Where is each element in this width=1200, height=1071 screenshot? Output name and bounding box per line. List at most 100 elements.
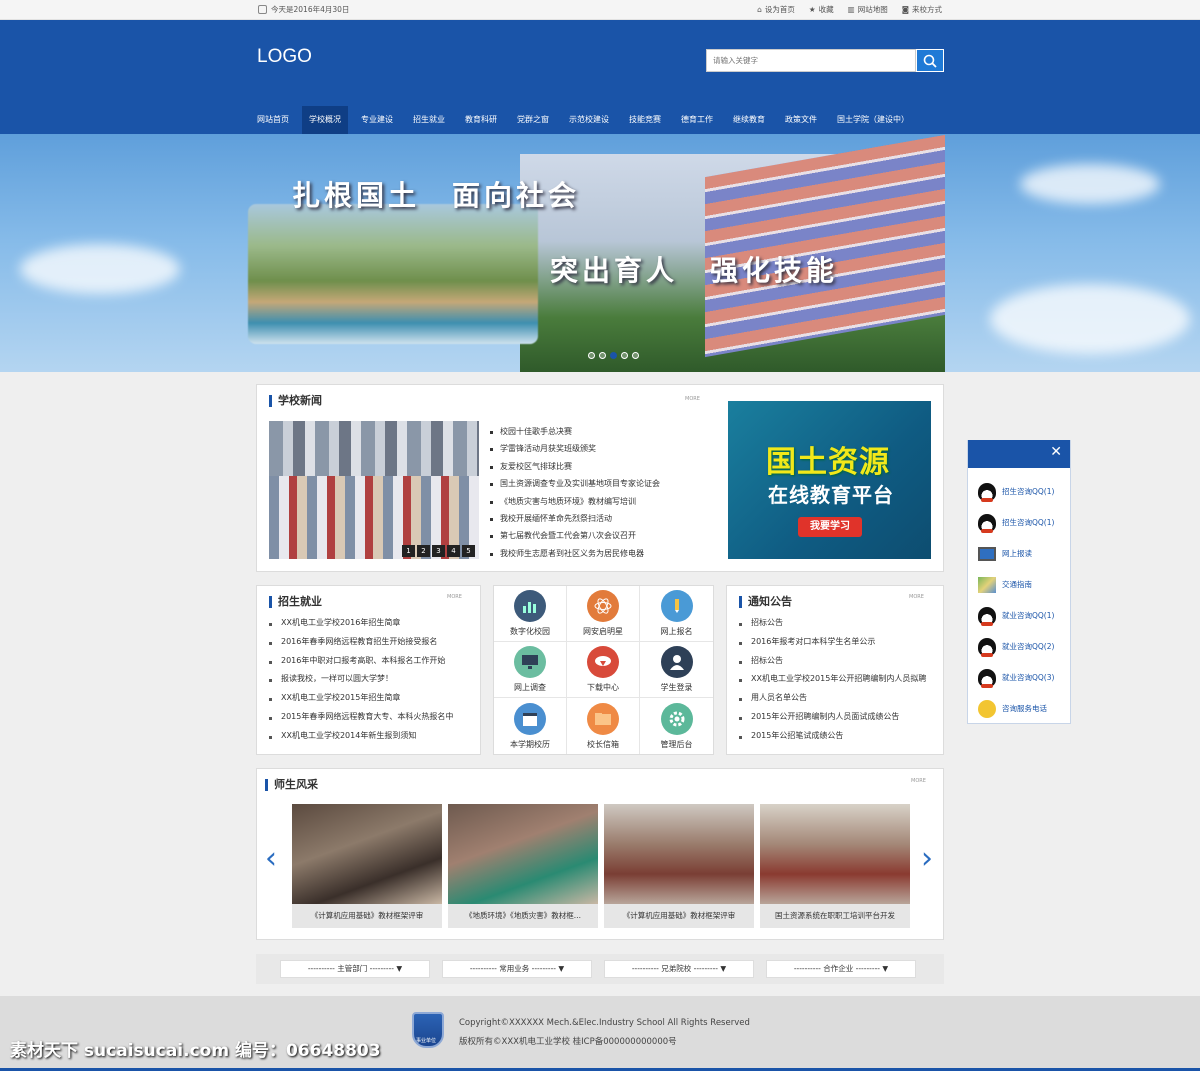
page-button[interactable]: 5 [462, 545, 475, 557]
nav-policy[interactable]: 政策文件 [778, 106, 824, 134]
nav-home[interactable]: 网站首页 [250, 106, 296, 134]
directions-link[interactable]: ◙ 来校方式 [902, 4, 942, 15]
side-item-qq-admission-1b[interactable]: 招生咨询QQ(1) [968, 507, 1070, 538]
service-admin-backend[interactable]: 管理后台 [640, 698, 713, 754]
nav-land-college[interactable]: 国土学院（建设中） [830, 106, 916, 134]
list-item[interactable]: 《地质灾害与地质环境》教材编写培训 [490, 493, 710, 510]
business-links-select[interactable]: ---------- 常用业务 --------- ▼ [442, 960, 592, 978]
public-institution-badge[interactable]: 事业单位 [412, 1012, 444, 1048]
list-item[interactable]: XX机电工业学校2015年招生简章 [269, 689, 482, 708]
partners-links-select[interactable]: ---------- 合作企业 --------- ▼ [766, 960, 916, 978]
side-item-service-phone[interactable]: 咨询服务电话 [968, 693, 1070, 724]
slider-dot[interactable] [599, 352, 606, 359]
set-homepage-link[interactable]: ⌂ 设为首页 [757, 4, 795, 15]
notice-panel: 通知公告 MORE 招标公告 2016年报考对口本科学生名单公示 招标公告 XX… [726, 585, 944, 755]
gallery-prev-arrow[interactable]: ‹ [265, 841, 277, 876]
nav-skills[interactable]: 技能竞赛 [622, 106, 668, 134]
folder-icon [587, 702, 619, 735]
news-photo-slider[interactable]: 1 2 3 4 5 [269, 421, 479, 559]
slider-dot[interactable] [632, 352, 639, 359]
list-item[interactable]: 学雷锋活动月获奖班级颁奖 [490, 440, 710, 457]
list-item[interactable]: 校园十佳歌手总决赛 [490, 423, 710, 440]
gallery-photo [760, 804, 910, 904]
list-item[interactable]: XX机电工业学校2015年公开招聘编制内人员拟聘 [739, 670, 943, 689]
nav-majors[interactable]: 专业建设 [354, 106, 400, 134]
side-item-qq-admission-1[interactable]: 招生咨询QQ(1) [968, 476, 1070, 507]
list-item[interactable]: 招标公告 [739, 652, 943, 671]
list-item[interactable]: 我校师生志愿者到社区义务为居民修电器 [490, 545, 710, 562]
list-item[interactable]: 第七届教代会暨工代会第八次会议召开 [490, 527, 710, 544]
cloud [1020, 164, 1160, 204]
service-online-registration[interactable]: 网上报名 [640, 586, 713, 642]
list-item[interactable]: 用人员名单公告 [739, 689, 943, 708]
list-item[interactable]: 友爱校区气排球比赛 [490, 458, 710, 475]
star-icon: ★ [808, 5, 816, 14]
page-button[interactable]: 3 [432, 545, 445, 557]
gallery-item[interactable]: 《地质环境》《地质灾害》教材框... [448, 804, 598, 928]
hero-banner[interactable]: 扎根国土 面向社会 突出育人 强化技能 [0, 134, 1200, 372]
nav-party[interactable]: 党群之窗 [510, 106, 556, 134]
user-icon [660, 646, 693, 678]
schools-links-select[interactable]: ---------- 兄弟院校 --------- ▼ [604, 960, 754, 978]
list-item[interactable]: 2016年春季网络远程教育招生开始接受报名 [269, 633, 482, 652]
logo[interactable]: LOGO [257, 46, 312, 68]
list-item[interactable]: XX机电工业学校2016年招生简章 [269, 614, 482, 633]
gallery-next-arrow[interactable]: › [921, 841, 933, 876]
search-button[interactable] [916, 49, 944, 72]
list-item[interactable]: 2015年公开招聘编制内人员面试成绩公告 [739, 708, 943, 727]
search-input[interactable] [706, 49, 916, 72]
page-button[interactable]: 4 [447, 545, 460, 557]
gallery-more-link[interactable]: MORE [911, 778, 926, 784]
list-item[interactable]: 国土资源调查专业及实训基地项目专家论证会 [490, 475, 710, 492]
list-item[interactable]: 我校开展缅怀革命先烈祭扫活动 [490, 510, 710, 527]
service-digital-campus[interactable]: 数字化校园 [494, 586, 567, 642]
sitemap-link[interactable]: ▥ 网站地图 [848, 4, 888, 15]
side-item-qq-job-1[interactable]: 就业咨询QQ(1) [968, 600, 1070, 631]
enrollment-more-link[interactable]: MORE [447, 594, 462, 600]
side-item-online-apply[interactable]: 网上报读 [968, 538, 1070, 569]
nav-research[interactable]: 教育科研 [458, 106, 504, 134]
nav-moral[interactable]: 德育工作 [674, 106, 720, 134]
map-icon: ▥ [847, 5, 855, 14]
service-cyber-star[interactable]: 网安启明星 [567, 586, 640, 642]
service-school-calendar[interactable]: 本学期校历 [494, 698, 567, 754]
gallery-item[interactable]: 国土资源系统在职职工培训平台开发 [760, 804, 910, 928]
gallery-item[interactable]: 《计算机应用基础》教材框架评审 [292, 804, 442, 928]
start-learning-button[interactable]: 我要学习 [798, 517, 862, 537]
page-button[interactable]: 1 [402, 545, 415, 557]
gallery-item[interactable]: 《计算机应用基础》教材框架评审 [604, 804, 754, 928]
photo-pagination: 1 2 3 4 5 [402, 545, 475, 557]
service-download-center[interactable]: 下载中心 [567, 642, 640, 698]
nav-demo-school[interactable]: 示范校建设 [562, 106, 616, 134]
nav-continuing[interactable]: 继续教育 [726, 106, 772, 134]
list-item[interactable]: XX机电工业学校2014年新生报到须知 [269, 727, 482, 746]
dept-links-select[interactable]: ---------- 主管部门 --------- ▼ [280, 960, 430, 978]
side-item-traffic-guide[interactable]: 交通指南 [968, 569, 1070, 600]
qq-penguin-icon [978, 482, 996, 502]
favorite-link[interactable]: ★ 收藏 [809, 4, 834, 15]
nav-school-overview[interactable]: 学校概况 [302, 106, 348, 134]
page-button[interactable]: 2 [417, 545, 430, 557]
date-display: 今天是2016年4月30日 [258, 4, 349, 15]
slider-dot-active[interactable] [610, 352, 617, 359]
nav-enrollment[interactable]: 招生就业 [406, 106, 452, 134]
service-principal-mailbox[interactable]: 校长信箱 [567, 698, 640, 754]
service-online-survey[interactable]: 网上调查 [494, 642, 567, 698]
side-item-qq-job-2[interactable]: 就业咨询QQ(2) [968, 631, 1070, 662]
gear-icon [660, 702, 693, 735]
news-more-link[interactable]: MORE [685, 396, 700, 402]
list-item[interactable]: 报读我校，一样可以圆大学梦！ [269, 670, 482, 689]
slider-dot[interactable] [621, 352, 628, 359]
online-education-ad[interactable]: 国土资源 在线教育平台 我要学习 [728, 401, 931, 559]
list-item[interactable]: 2016年报考对口本科学生名单公示 [739, 633, 943, 652]
side-item-qq-job-3[interactable]: 就业咨询QQ(3) [968, 662, 1070, 693]
slider-dot[interactable] [588, 352, 595, 359]
list-item[interactable]: 2015年公招笔试成绩公告 [739, 727, 943, 746]
list-item[interactable]: 2015年春季网络远程教育大专、本科火热报名中 [269, 708, 482, 727]
list-item[interactable]: 2016年中职对口报考高职、本科报名工作开始 [269, 652, 482, 671]
notice-more-link[interactable]: MORE [909, 594, 924, 600]
list-item[interactable]: 招标公告 [739, 614, 943, 633]
service-student-login[interactable]: 学生登录 [640, 642, 713, 698]
close-icon[interactable]: ✕ [1050, 444, 1062, 460]
gallery-caption: 《计算机应用基础》教材框架评审 [604, 904, 754, 928]
